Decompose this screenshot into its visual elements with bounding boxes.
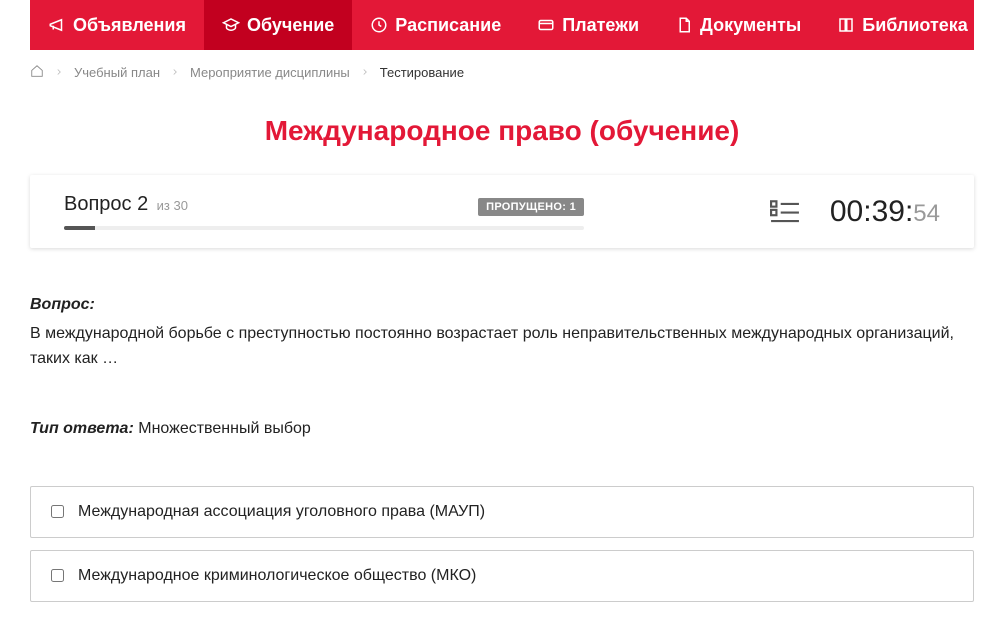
nav-library[interactable]: Библиотека [819, 0, 1004, 50]
card-icon [537, 16, 555, 34]
timer-seconds: 54 [913, 200, 940, 228]
breadcrumb-current: Тестирование [380, 65, 464, 80]
megaphone-icon [48, 16, 66, 34]
breadcrumb-link-event[interactable]: Мероприятие дисциплины [190, 65, 350, 80]
book-icon [837, 16, 855, 34]
document-icon [675, 16, 693, 34]
question-number: Вопрос 2 [64, 193, 148, 215]
nav-payments[interactable]: Платежи [519, 0, 657, 50]
nav-label: Документы [700, 15, 801, 36]
option-label: Международное криминологическое общество… [78, 567, 476, 585]
clock-icon [370, 16, 388, 34]
main-nav: Объявления Обучение Расписание Платежи [30, 0, 974, 50]
nav-announcements[interactable]: Объявления [30, 0, 204, 50]
options-list: Международная ассоциация уголовного прав… [30, 486, 974, 614]
home-icon[interactable] [30, 64, 44, 81]
nav-label: Библиотека [862, 15, 968, 36]
chevron-right-icon [54, 65, 64, 80]
horizontal-scrollbar[interactable] [0, 614, 1004, 615]
option-item[interactable]: Международная ассоциация уголовного прав… [30, 486, 974, 538]
graduation-cap-icon [222, 16, 240, 34]
breadcrumb: Учебный план Мероприятие дисциплины Тест… [30, 50, 974, 91]
nav-schedule[interactable]: Расписание [352, 0, 519, 50]
timer: 00:39:54 [830, 195, 940, 229]
skipped-badge: ПРОПУЩЕНО: 1 [478, 198, 584, 216]
chevron-right-icon [170, 65, 180, 80]
nav-label: Расписание [395, 15, 501, 36]
option-checkbox[interactable] [51, 505, 64, 518]
question-total: из 30 [157, 198, 188, 213]
question-heading: Вопрос: [30, 296, 974, 314]
page-title: Международное право (обучение) [30, 115, 974, 147]
timer-main: 00:39: [830, 195, 913, 229]
chevron-right-icon [360, 65, 370, 80]
chevron-down-icon [979, 16, 997, 34]
option-item[interactable]: Международное криминологическое общество… [30, 550, 974, 602]
option-label: Международная ассоциация уголовного прав… [78, 503, 485, 521]
question-list-button[interactable] [770, 198, 800, 226]
question-text: В международной борьбе с преступностью п… [30, 322, 974, 372]
answer-type-value: Множественный выбор [138, 420, 311, 437]
nav-education[interactable]: Обучение [204, 0, 352, 50]
breadcrumb-link-plan[interactable]: Учебный план [74, 65, 160, 80]
progress-fill [64, 226, 95, 230]
nav-label: Обучение [247, 15, 334, 36]
answer-type-label: Тип ответа: [30, 420, 134, 437]
nav-documents[interactable]: Документы [657, 0, 819, 50]
status-card: Вопрос 2 из 30 ПРОПУЩЕНО: 1 00:39:54 [30, 175, 974, 248]
nav-label: Объявления [73, 15, 186, 36]
nav-label: Платежи [562, 15, 639, 36]
option-checkbox[interactable] [51, 569, 64, 582]
progress-bar [64, 226, 584, 230]
answer-type: Тип ответа: Множественный выбор [30, 420, 974, 438]
